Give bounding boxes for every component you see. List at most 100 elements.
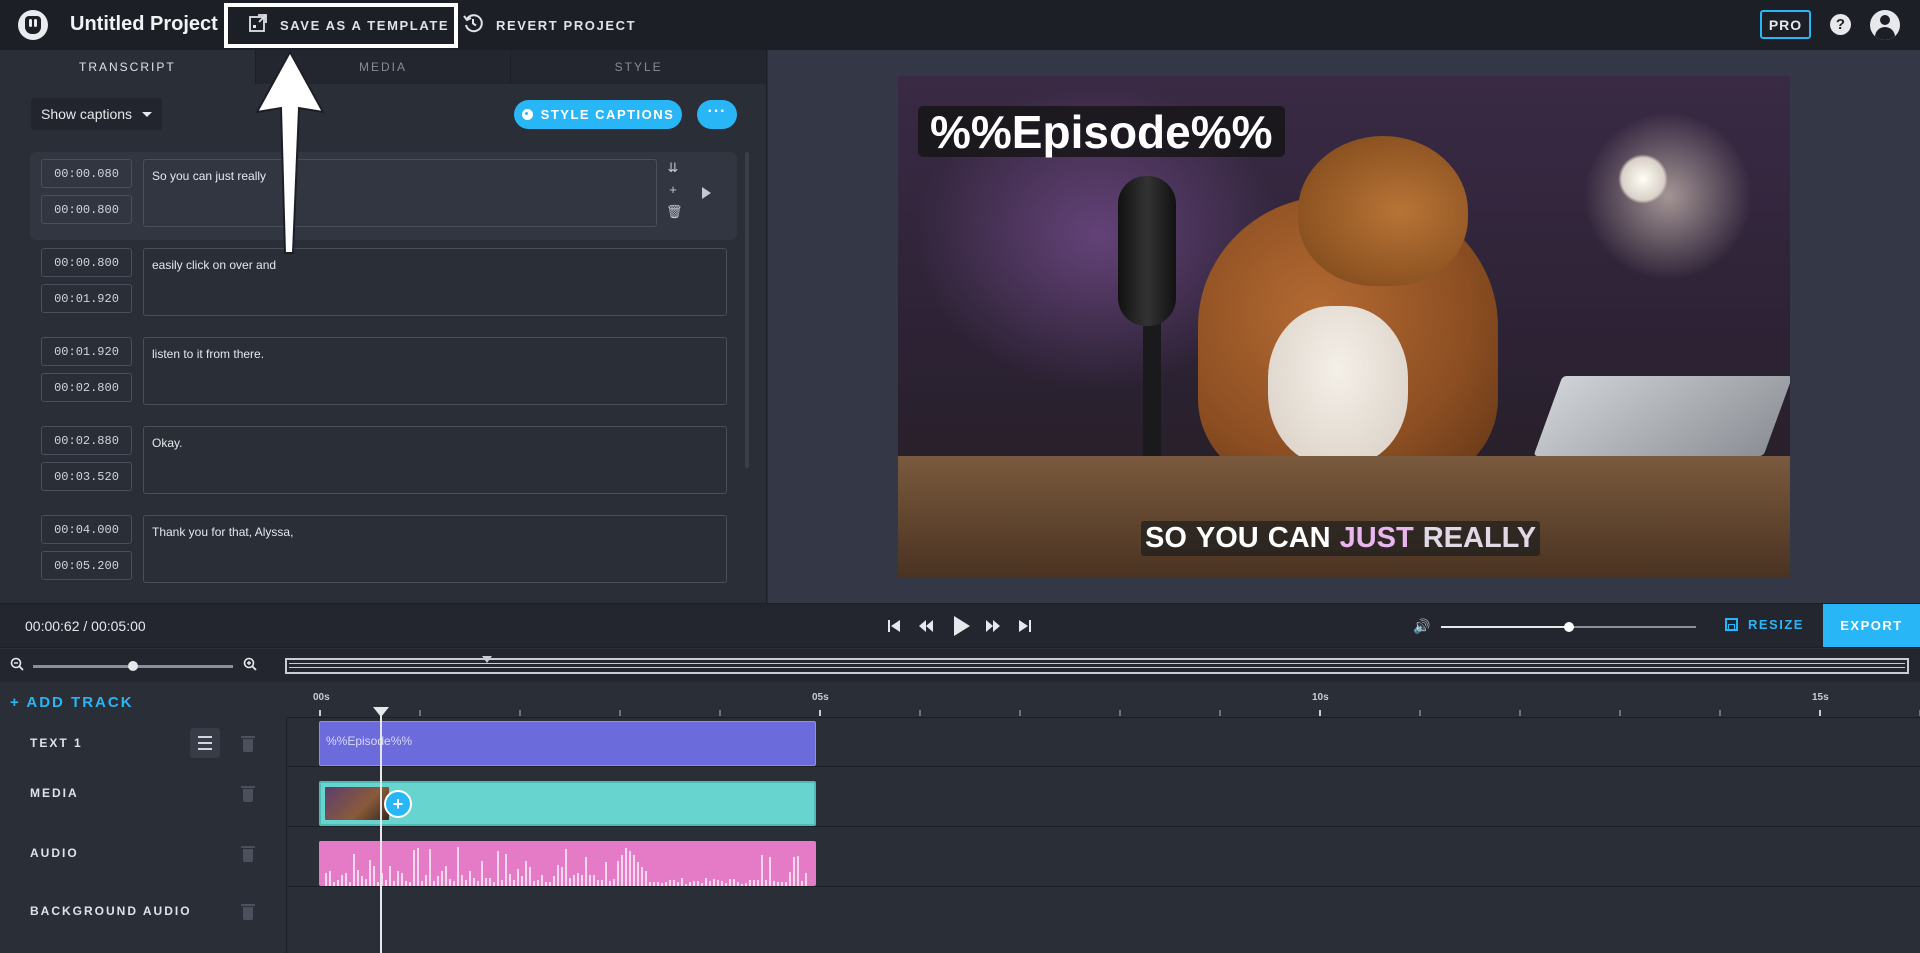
- export-button[interactable]: EXPORT: [1823, 604, 1920, 647]
- style-captions-label: STYLE CAPTIONS: [540, 107, 675, 122]
- fast-forward-icon[interactable]: [982, 615, 1004, 637]
- playhead[interactable]: [380, 707, 382, 953]
- start-time-field[interactable]: 00:00.800: [41, 248, 132, 277]
- app-logo-icon[interactable]: [18, 10, 48, 40]
- annotation-arrow-icon: [255, 50, 325, 254]
- resize-button[interactable]: RESIZE: [1725, 617, 1804, 632]
- waveform-bar: [685, 883, 687, 886]
- pro-badge[interactable]: PRO: [1760, 10, 1811, 39]
- playhead-handle[interactable]: [373, 707, 389, 717]
- caption-text-field[interactable]: Okay.: [143, 426, 727, 494]
- play-icon[interactable]: [951, 615, 973, 637]
- waveform-bar: [673, 879, 675, 886]
- text-clip[interactable]: %%Episode%%: [319, 721, 816, 766]
- tab-style[interactable]: STYLE: [511, 50, 768, 84]
- start-time-field[interactable]: 00:01.920: [41, 337, 132, 366]
- dog-chest-image-detail: [1268, 306, 1408, 466]
- volume-slider[interactable]: [1441, 622, 1696, 632]
- add-track-button[interactable]: + ADD TRACK: [10, 694, 134, 711]
- add-icon[interactable]: +: [666, 182, 680, 204]
- style-captions-button[interactable]: STYLE CAPTIONS: [514, 100, 682, 129]
- volume-knob[interactable]: [1563, 622, 1574, 632]
- waveform-bar: [701, 883, 703, 886]
- waveform-bar: [577, 873, 579, 886]
- trash-icon[interactable]: [241, 846, 255, 862]
- waveform-bar: [461, 874, 463, 886]
- timeline-overview-scrubber[interactable]: [285, 656, 1909, 674]
- volume-icon[interactable]: 🔊: [1413, 618, 1430, 635]
- end-time-field[interactable]: 00:02.800: [41, 373, 132, 402]
- waveform-bar: [361, 875, 363, 886]
- waveform-bar: [393, 881, 395, 886]
- waveform-bar: [669, 879, 671, 886]
- track-label-audio: AUDIO: [30, 846, 79, 860]
- waveform-bar: [737, 882, 739, 886]
- transcript-row: 00:00.080 00:00.800 So you can just real…: [30, 152, 737, 240]
- help-icon[interactable]: ?: [1830, 14, 1851, 35]
- waveform-bar: [729, 879, 731, 886]
- caption-text-field[interactable]: Thank you for that, Alyssa,: [143, 515, 727, 583]
- row-tools: ⇊ + 🗑: [666, 160, 683, 230]
- caption-text-field[interactable]: So you can just really: [143, 159, 657, 227]
- waveform-bar: [709, 881, 711, 886]
- waveform-bar: [705, 878, 707, 886]
- time-ruler[interactable]: 00s 05s 10s 15s: [287, 682, 1920, 718]
- caption-overlay[interactable]: SO YOU CAN JUST REALLY: [1141, 521, 1541, 556]
- background-audio-track-lane[interactable]: [288, 898, 1920, 953]
- waveform-bar: [637, 861, 639, 886]
- trash-icon[interactable]: [241, 786, 255, 802]
- audio-clip[interactable]: [319, 841, 816, 886]
- save-template-icon: [248, 13, 268, 38]
- end-time-field[interactable]: 00:05.200: [41, 551, 132, 580]
- waveform-bar: [753, 879, 755, 886]
- revert-project-button[interactable]: REVERT PROJECT: [462, 12, 636, 38]
- end-time-field[interactable]: 00:00.800: [41, 195, 132, 224]
- waveform-bar: [665, 881, 667, 886]
- waveform-bar: [449, 879, 451, 886]
- start-time-field[interactable]: 00:02.880: [41, 426, 132, 455]
- waveform-bar: [337, 879, 339, 886]
- overview-playhead-marker: [482, 656, 492, 663]
- waveform-bar: [773, 880, 775, 886]
- media-clip[interactable]: +: [319, 781, 816, 826]
- ruler-label: 15s: [1812, 692, 1829, 703]
- waveform-bar: [641, 867, 643, 886]
- waveform-bar: [525, 861, 527, 886]
- play-row-icon[interactable]: [702, 187, 711, 199]
- show-captions-dropdown[interactable]: Show captions: [31, 98, 162, 130]
- add-media-icon[interactable]: +: [384, 790, 412, 818]
- skip-to-end-icon[interactable]: [1014, 615, 1036, 637]
- tab-transcript[interactable]: TRANSCRIPT: [0, 50, 256, 84]
- delete-icon[interactable]: 🗑: [666, 204, 683, 226]
- end-time-field[interactable]: 00:01.920: [41, 284, 132, 313]
- caption-text-field[interactable]: easily click on over and: [143, 248, 727, 316]
- save-as-template-button[interactable]: SAVE AS A TEMPLATE: [224, 3, 458, 48]
- waveform-bar: [325, 873, 327, 886]
- episode-title-overlay[interactable]: %%Episode%%: [918, 106, 1285, 158]
- more-options-button[interactable]: ···: [697, 100, 737, 129]
- skip-to-start-icon[interactable]: [883, 615, 905, 637]
- start-time-field[interactable]: 00:04.000: [41, 515, 132, 544]
- trash-icon[interactable]: [241, 904, 255, 920]
- waveform-bar: [801, 881, 803, 886]
- zoom-in-icon[interactable]: [243, 657, 257, 674]
- track-settings-icon[interactable]: [190, 728, 220, 758]
- waveform-bar: [397, 870, 399, 886]
- zoom-knob[interactable]: [128, 661, 138, 671]
- waveform-bar: [789, 871, 791, 886]
- timeline: + ADD TRACK 00s 05s 10s 15s TEXT 1 MEDIA…: [0, 682, 1920, 953]
- waveform-bar: [557, 865, 559, 886]
- project-title[interactable]: Untitled Project: [70, 13, 218, 36]
- zoom-out-icon[interactable]: [10, 657, 24, 674]
- waveform-bar: [721, 881, 723, 886]
- caption-text-field[interactable]: listen to it from there.: [143, 337, 727, 405]
- account-icon[interactable]: [1870, 10, 1900, 40]
- merge-icon[interactable]: ⇊: [666, 160, 680, 182]
- end-time-field[interactable]: 00:03.520: [41, 462, 132, 491]
- waveform-bar: [761, 854, 763, 886]
- trash-icon[interactable]: [241, 736, 255, 752]
- start-time-field[interactable]: 00:00.080: [41, 159, 132, 188]
- transcript-scrollbar[interactable]: [745, 152, 749, 468]
- rewind-icon[interactable]: [915, 615, 937, 637]
- zoom-slider[interactable]: [33, 661, 233, 671]
